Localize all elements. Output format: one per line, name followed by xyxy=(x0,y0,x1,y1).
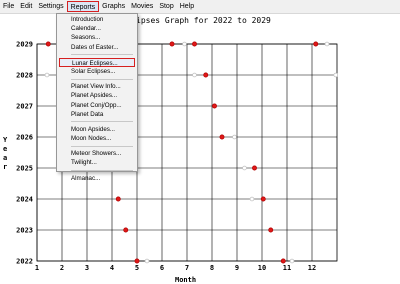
eclipse-point-secondary xyxy=(242,165,247,171)
reports-menu-item[interactable]: Planet Apsides... xyxy=(57,91,137,100)
reports-menu-item[interactable]: Introduction xyxy=(57,15,137,24)
eclipse-point xyxy=(192,41,197,47)
reports-menu-item[interactable]: Dates of Easter... xyxy=(57,43,137,52)
reports-menu-item[interactable]: Lunar Eclipses... xyxy=(59,57,135,67)
reports-menu-item[interactable]: Calendar... xyxy=(57,24,137,33)
eclipse-point xyxy=(123,227,129,233)
y-axis-label-char: e xyxy=(3,145,8,153)
y-tick-label: 2026 xyxy=(16,134,33,142)
x-tick-label: 9 xyxy=(235,264,239,272)
eclipse-point-secondary xyxy=(192,72,197,78)
reports-menu-item[interactable]: Planet View Info... xyxy=(57,82,137,91)
menu-separator xyxy=(71,121,133,123)
eclipse-point xyxy=(280,258,286,264)
reports-menu-item[interactable]: Moon Nodes... xyxy=(57,134,137,143)
eclipse-point xyxy=(169,41,175,47)
reports-menu-item[interactable]: Seasons... xyxy=(57,33,137,42)
x-tick-label: 8 xyxy=(210,264,214,272)
reports-dropdown-menu: Introduction Calendar... Seasons... Dates o… xyxy=(56,13,138,182)
y-tick-label: 2029 xyxy=(16,41,33,49)
reports-menu-item[interactable]: Solar Eclipses... xyxy=(57,67,137,76)
reports-menu-item[interactable]: Planet Data xyxy=(57,110,137,119)
eclipse-point xyxy=(252,165,257,171)
reports-menu-item[interactable]: Meteor Showers... xyxy=(57,149,137,158)
x-tick-label: 7 xyxy=(185,264,189,272)
y-axis-label-char: a xyxy=(3,154,8,162)
eclipse-point-secondary xyxy=(144,258,150,264)
y-tick-label: 2027 xyxy=(16,103,33,111)
x-tick-label: 5 xyxy=(135,264,139,272)
menu-separator xyxy=(71,145,133,147)
eclipse-point xyxy=(203,72,209,78)
x-tick-label: 4 xyxy=(110,264,114,272)
x-tick-label: 2 xyxy=(60,264,64,272)
eclipse-point xyxy=(219,134,225,140)
y-tick-label: 2024 xyxy=(16,196,33,204)
x-tick-label: 10 xyxy=(258,264,266,272)
eclipse-point-secondary xyxy=(44,72,50,78)
menu-separator xyxy=(71,170,133,172)
y-axis-label-char: Y xyxy=(3,136,8,144)
eclipse-point xyxy=(115,196,121,202)
y-axis-label-char: r xyxy=(3,163,8,171)
reports-menu-item[interactable]: Twilight... xyxy=(57,158,137,167)
reports-menu-item[interactable]: Almanac... xyxy=(57,174,137,183)
y-tick-label: 2023 xyxy=(16,227,33,235)
y-tick-label: 2025 xyxy=(16,165,33,173)
x-axis-label: Month xyxy=(175,276,197,284)
eclipse-point-secondary xyxy=(289,258,295,264)
reports-menu-item[interactable]: Planet Conj/Opp... xyxy=(57,101,137,110)
eclipse-point xyxy=(134,258,140,264)
eclipse-point-secondary xyxy=(333,72,339,78)
x-tick-label: 12 xyxy=(308,264,316,272)
y-tick-label: 2022 xyxy=(16,258,33,266)
eclipse-point xyxy=(45,41,51,47)
eclipse-point-secondary xyxy=(324,41,330,47)
x-tick-label: 6 xyxy=(160,264,164,272)
reports-menu-item[interactable]: Moon Apsides... xyxy=(57,125,137,134)
x-tick-label: 1 xyxy=(35,264,39,272)
x-tick-label: 3 xyxy=(85,264,89,272)
eclipse-point xyxy=(268,227,274,233)
eclipse-point-secondary xyxy=(182,41,187,47)
x-tick-label: 11 xyxy=(283,264,291,272)
eclipse-point-secondary xyxy=(232,134,237,140)
eclipse-point xyxy=(313,41,319,47)
eclipse-point-secondary xyxy=(249,196,255,202)
eclipse-point xyxy=(212,103,217,109)
eclipse-point xyxy=(260,196,266,202)
y-tick-label: 2028 xyxy=(16,72,33,80)
menu-separator xyxy=(71,54,133,56)
menu-separator xyxy=(71,78,133,80)
